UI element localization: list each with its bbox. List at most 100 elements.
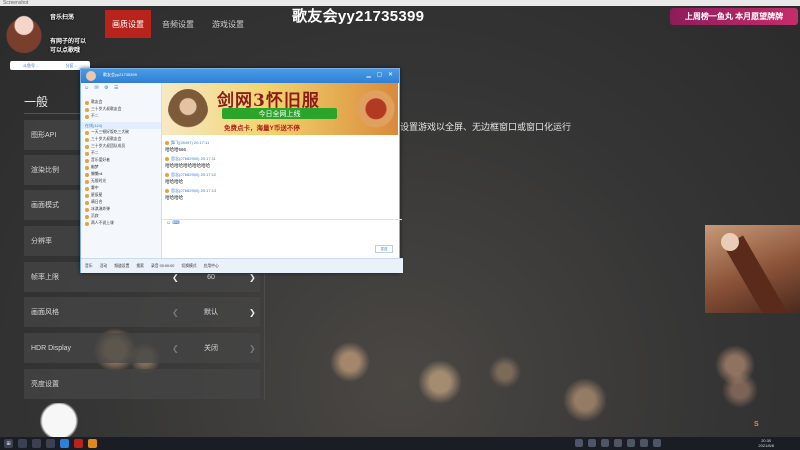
setting-row-brightness[interactable]: 亮度设置 — [24, 369, 260, 399]
game-app-icon[interactable] — [74, 439, 83, 448]
tray-icon[interactable] — [614, 439, 622, 447]
member-item[interactable]: 三十岁大叔歌友会 — [81, 136, 161, 143]
yy-chat-window[interactable]: 歌友会yy21735399 ▁ ▢ ✕ ☺ ✉ ⚙ ☰ 歌友会 三十岁大叔歌友会… — [80, 68, 403, 273]
user-icon — [85, 137, 89, 142]
chat-titlebar[interactable]: 歌友会yy21735399 ▁ ▢ ✕ — [81, 69, 399, 83]
member-name: 三十岁大叔歌友会 — [91, 137, 122, 141]
chevron-left-icon[interactable]: ❮ — [172, 297, 179, 327]
tab-audio[interactable]: 音频设置 — [155, 10, 201, 38]
user-icon — [165, 141, 169, 145]
game-advertisement[interactable]: 剑网3怀旧服 今日全网上线 免费点卡，海量Y币送不停 — [162, 83, 398, 135]
clock-date: 2021/8/8 — [758, 443, 774, 448]
browser-icon[interactable] — [46, 439, 55, 448]
message-text: 哈哈哈666 — [165, 147, 187, 152]
setting-row-hdr[interactable]: HDR Display ❮ 关闭 ❯ — [24, 333, 260, 363]
yy-app-icon[interactable] — [60, 439, 69, 448]
taskbar-clock[interactable]: 20:30 2021/8/8 — [758, 438, 774, 448]
stream-app-icon[interactable] — [88, 439, 97, 448]
tray-icon[interactable] — [588, 439, 596, 447]
setting-label: 画面风格 — [31, 309, 59, 316]
user-icon — [85, 144, 89, 149]
user-icon — [85, 179, 89, 184]
bottom-item-music[interactable]: 音乐 — [85, 264, 93, 269]
member-item[interactable]: 星辰星 — [81, 192, 161, 199]
chat-input-toolbar[interactable]: ☺ ⌨ — [162, 219, 402, 228]
setting-label: 分辨率 — [31, 238, 52, 245]
sidebar-item[interactable]: 歌友会 — [81, 99, 161, 106]
bottom-item-app-center[interactable]: 应用中心 — [204, 264, 219, 269]
preview-figure — [721, 233, 739, 251]
message-header: 思念(27682950) 20:17:13 — [165, 188, 397, 194]
message-sender: 思念(27682950) 20:17:11 — [171, 156, 216, 161]
member-item[interactable]: 无限时光 — [81, 178, 161, 185]
sidebar-item-label: 不二 — [91, 114, 99, 118]
stream-title: 歌友会yy21735399 — [292, 8, 425, 25]
member-name: 沉寂 — [91, 214, 99, 218]
bottom-item-switch-mode[interactable]: 切换模式 — [181, 264, 196, 269]
message-header: 舞飞(28497) 20:17:11 — [165, 140, 397, 146]
start-icon[interactable]: ⊞ — [4, 439, 13, 448]
setting-label: 亮度设置 — [31, 381, 59, 388]
message-text: 哈哈哈哈哈哈哈哈哈哈 — [165, 163, 210, 168]
send-button[interactable]: 发送 — [375, 245, 393, 253]
tray-icon[interactable] — [575, 439, 583, 447]
member-item[interactable]: 音乐爱好者 — [81, 157, 161, 164]
tray-icon[interactable] — [601, 439, 609, 447]
bottom-item-activity[interactable]: 活动 — [100, 264, 108, 269]
member-item[interactable]: 晴日合 — [81, 199, 161, 206]
member-item[interactable]: 两人不说上课 — [81, 220, 161, 227]
member-name: 雾中 — [91, 186, 99, 190]
folder-icon[interactable] — [32, 439, 41, 448]
bottom-item-search[interactable]: 搜索 — [136, 264, 144, 269]
setting-row-visual-style[interactable]: 画面风格 ❮ 默认 ❯ — [24, 297, 260, 327]
member-group-header[interactable]: 在线(124) — [81, 122, 161, 129]
tab-graphics[interactable]: 画质设置 — [105, 10, 151, 38]
streamer-info-bar: 斗鱼号 ... 分区... — [10, 61, 90, 70]
tray-icon[interactable] — [653, 439, 661, 447]
member-item[interactable]: 不二 — [81, 150, 161, 157]
tray-icon[interactable] — [627, 439, 635, 447]
chevron-right-icon[interactable]: ❯ — [249, 297, 256, 327]
chevron-left-icon[interactable]: ❮ — [172, 333, 179, 363]
streamer-line-3: 可以点歌哦 — [50, 48, 81, 54]
message-header: 思念(27682950) 20:17:11 — [165, 156, 397, 162]
user-icon — [85, 158, 89, 163]
bottom-item-record[interactable]: 录音 00:00:00 — [151, 264, 174, 269]
member-name: 晴日合 — [91, 200, 103, 204]
group-icon — [85, 107, 89, 112]
member-item[interactable]: 一天三顿好饭吃三大碗 — [81, 129, 161, 136]
member-item[interactable]: 三十岁大叔团队成员 — [81, 143, 161, 150]
user-icon — [165, 173, 169, 177]
sidebar-item[interactable]: 不二 — [81, 113, 161, 120]
tab-game[interactable]: 游戏设置 — [205, 10, 251, 38]
display-mode-description: 设置游戏以全屏、无边框窗口或窗口化运行 — [400, 122, 572, 132]
tray-icon[interactable] — [640, 439, 648, 447]
member-item[interactable]: 冰淇淋炸弹 — [81, 206, 161, 213]
sidebar-item[interactable]: 三十岁大叔歌友会 — [81, 106, 161, 113]
ad-character-image — [168, 89, 208, 133]
member-item[interactable]: 沉寂 — [81, 213, 161, 220]
message-text: 哈哈哈哈 — [165, 179, 183, 184]
member-item[interactable]: 懒懒nll — [81, 171, 161, 178]
setting-label: HDR Display — [31, 344, 72, 352]
sidebar-tool-icons[interactable]: ☺ ✉ ⚙ ☰ — [81, 83, 161, 99]
member-name: 两人不说上课 — [91, 221, 114, 225]
channel-avatar — [86, 71, 96, 81]
chevron-right-icon[interactable]: ❯ — [249, 333, 256, 363]
message-sender: 思念(27682950) 20:17:12 — [171, 172, 217, 177]
bottom-item-channel-settings[interactable]: 频道设置 — [114, 264, 129, 269]
member-name: 幽梦 — [91, 165, 99, 169]
window-controls-icon[interactable]: ▁ ▢ ✕ — [366, 71, 395, 78]
member-name: 三十岁大叔团队成员 — [91, 144, 126, 148]
message-header: 思念(27682950) 20:17:12 — [165, 172, 397, 178]
wish-banner: 上周榜一鱼丸 本月愿望牌牌 — [670, 8, 798, 25]
ad-subline: 免费点卡，海量Y币送不停 — [224, 125, 300, 132]
user-icon — [85, 193, 89, 198]
member-item[interactable]: 雾中 — [81, 185, 161, 192]
search-icon[interactable] — [18, 439, 27, 448]
settings-tabs: 画质设置 音频设置 游戏设置 — [105, 10, 255, 38]
user-icon — [85, 165, 89, 170]
chat-sidebar: ☺ ✉ ⚙ ☰ 歌友会 三十岁大叔歌友会 不二 在线(124) 一天三顿好饭吃三… — [81, 83, 162, 258]
system-tray — [575, 439, 661, 447]
member-item[interactable]: 幽梦 — [81, 164, 161, 171]
